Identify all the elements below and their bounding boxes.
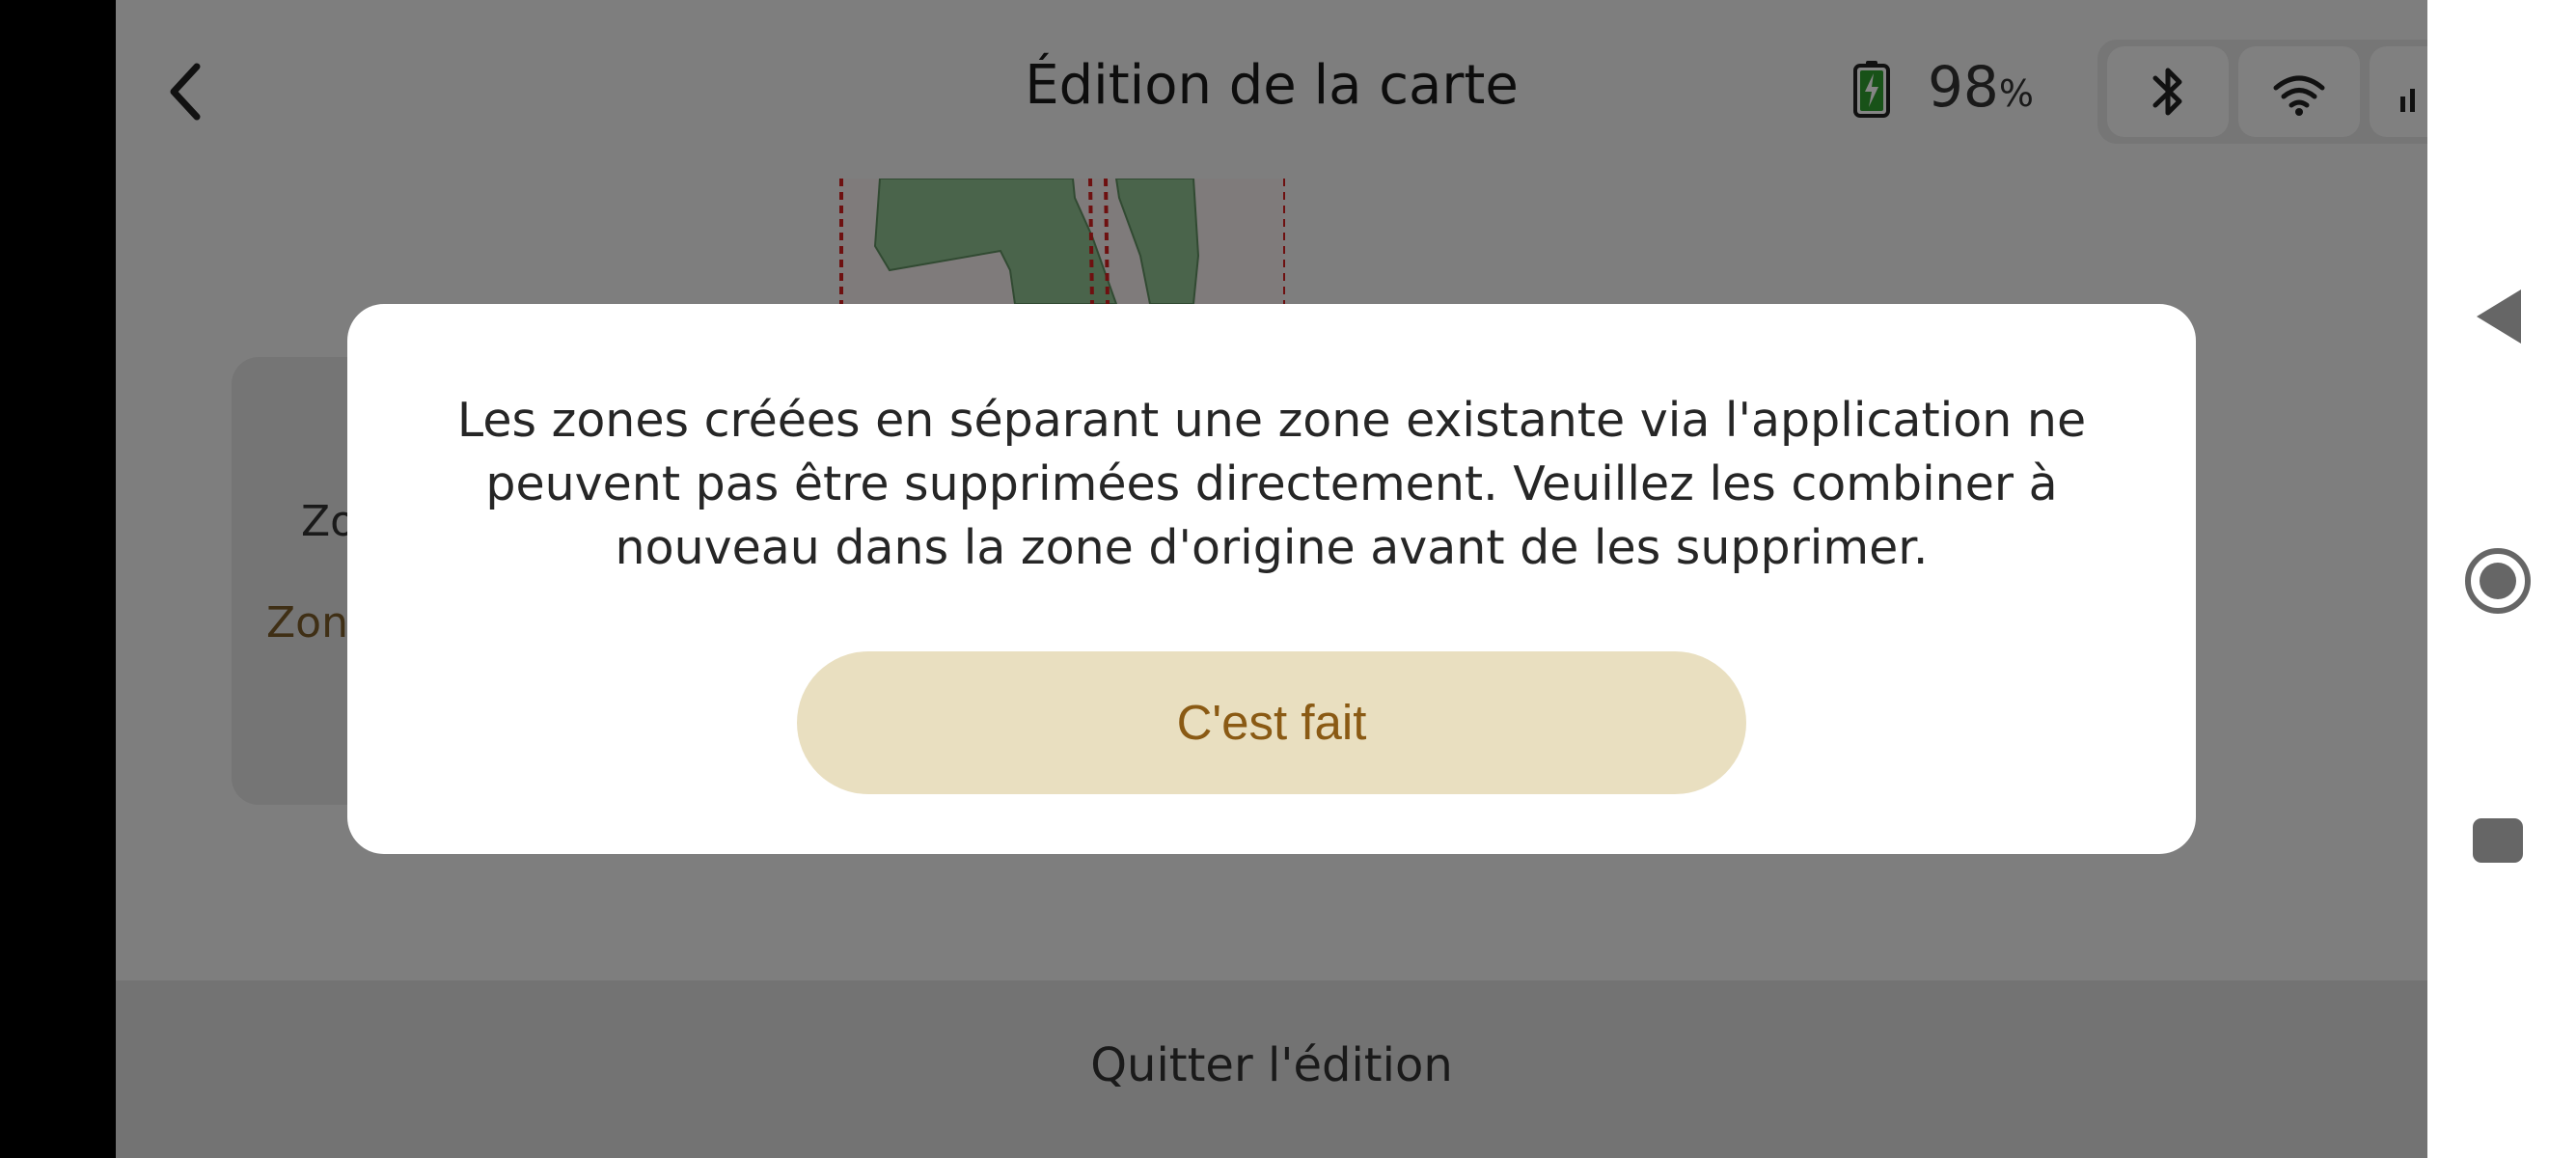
- left-black-bar: [0, 0, 116, 1158]
- nav-recents-icon[interactable]: [2473, 818, 2523, 863]
- info-dialog: Les zones créées en séparant une zone ex…: [347, 304, 2196, 854]
- confirm-button-label: C'est fait: [1176, 695, 1367, 750]
- nav-back-icon[interactable]: [2471, 286, 2529, 347]
- nav-home-icon[interactable]: [2463, 546, 2533, 616]
- system-navigation-bar: [2427, 0, 2576, 1158]
- confirm-button[interactable]: C'est fait: [797, 651, 1746, 794]
- map-edit-screen: Édition de la carte 98% Zo Zone Quitter …: [116, 0, 2427, 1158]
- dialog-message: Les zones créées en séparant une zone ex…: [456, 393, 2087, 575]
